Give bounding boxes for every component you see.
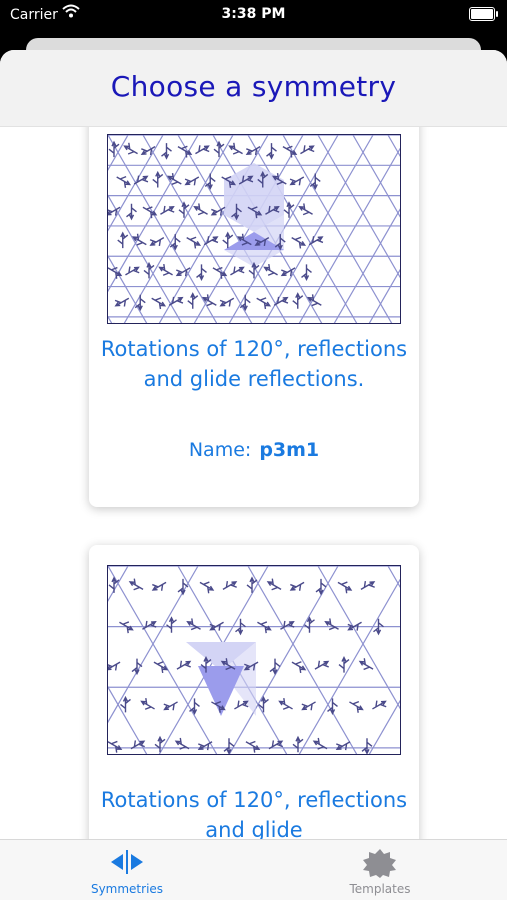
symmetry-picker-sheet: Rotations of 120°, reflections and glide…: [0, 50, 507, 900]
tab-bar: Symmetries Templates: [0, 839, 507, 900]
name-label: Name:: [188, 439, 252, 461]
p3m1-pattern: [108, 135, 400, 323]
battery-icon: [469, 7, 498, 21]
symmetry-icon: [107, 848, 147, 880]
symmetry-description: Rotations of 120°, reflections and glide: [100, 788, 408, 840]
pattern-preview: [107, 565, 401, 755]
clock: 3:38 PM: [221, 6, 286, 22]
symmetry-name-row: Name: p3m1: [89, 439, 419, 461]
page-title: Choose a symmetry: [110, 70, 397, 103]
sheet-header: Choose a symmetry: [0, 50, 507, 127]
pattern-preview: [107, 134, 401, 324]
symmetry-description: Rotations of 120°, reflections and glide…: [100, 337, 408, 391]
symmetry-name: p3m1: [259, 439, 320, 461]
tab-label: Templates: [349, 882, 411, 896]
tab-symmetries[interactable]: Symmetries: [57, 840, 197, 900]
pattern-2: [108, 566, 400, 754]
gear-badge-icon: [360, 848, 400, 882]
tab-label: Symmetries: [90, 882, 164, 896]
status-bar: Carrier 3:38 PM: [0, 0, 507, 30]
symmetry-list[interactable]: Rotations of 120°, reflections and glide…: [0, 50, 507, 840]
tab-templates[interactable]: Templates: [310, 840, 450, 900]
symmetry-card-2[interactable]: Rotations of 120°, reflections and glide: [89, 545, 419, 840]
